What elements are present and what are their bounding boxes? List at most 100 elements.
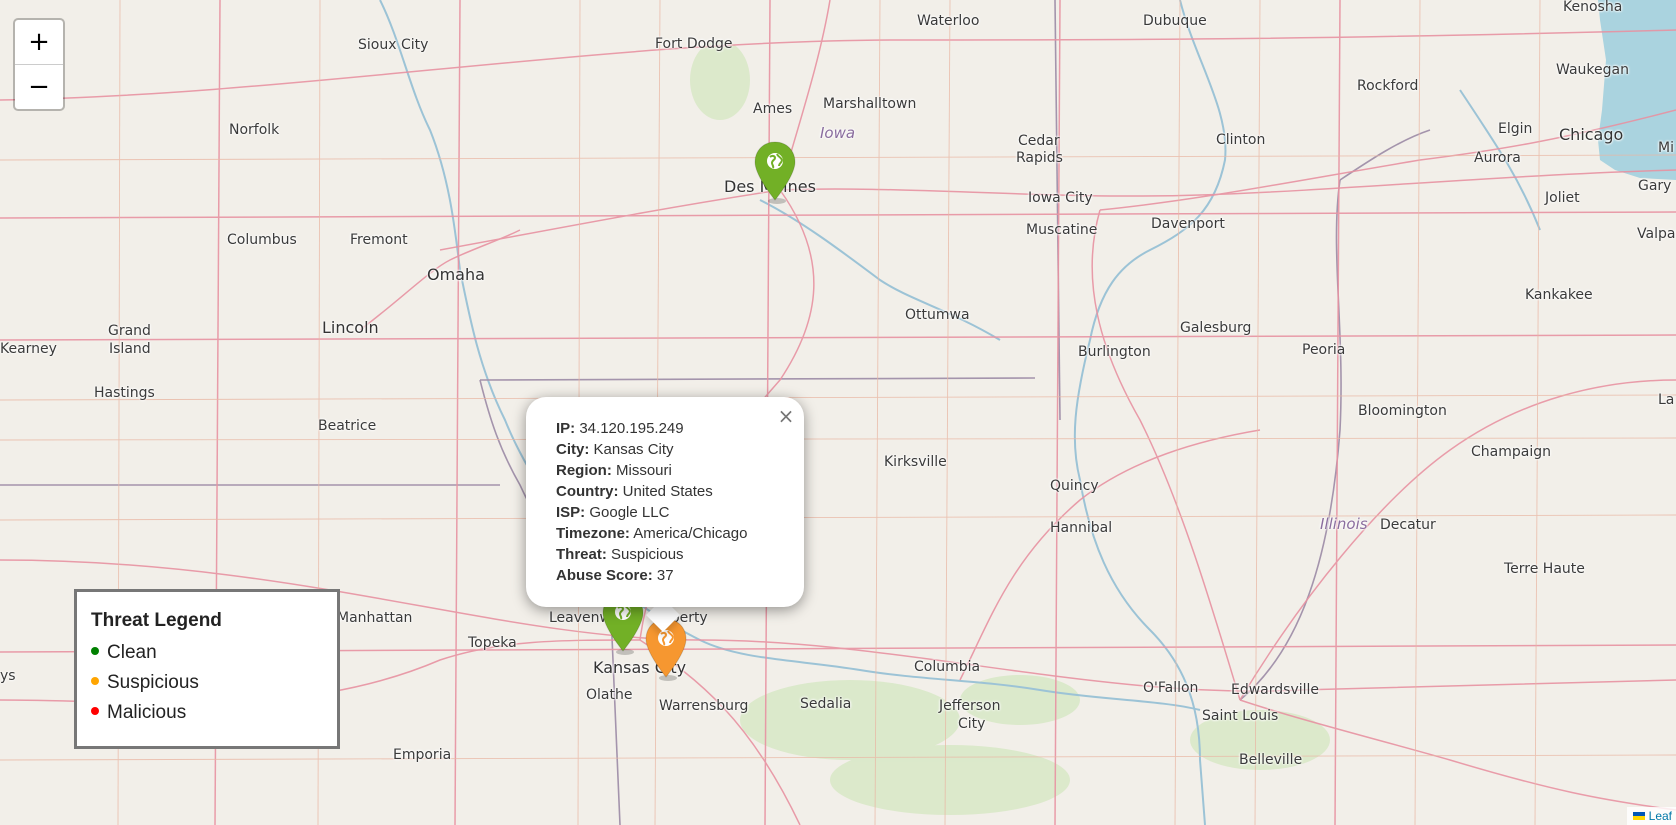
legend-item-label: Suspicious xyxy=(107,672,199,693)
popup-row: IP: 34.120.195.249 xyxy=(556,418,747,439)
place-label: Columbia xyxy=(914,659,981,675)
globe-icon xyxy=(658,630,675,646)
legend-dot-icon xyxy=(91,676,99,685)
place-label: Elgin xyxy=(1498,121,1533,137)
place-label: Hastings xyxy=(94,385,155,401)
place-label: Grand xyxy=(108,323,151,339)
place-label: Rapids xyxy=(1016,150,1063,166)
popup-row-value: Missouri xyxy=(611,462,672,479)
place-label: Chicago xyxy=(1559,125,1624,144)
place-label: Terre Haute xyxy=(1504,561,1585,577)
popup-row: Threat: Suspicious xyxy=(556,544,747,565)
legend-title: Threat Legend xyxy=(91,610,222,631)
popup-row-key: Abuse Score: xyxy=(556,567,653,584)
place-label: Edwardsville xyxy=(1231,682,1320,698)
place-label: Ames xyxy=(753,101,793,117)
popup-content: IP: 34.120.195.249 City: Kansas City Regio… xyxy=(556,418,747,586)
popup-row: Region: Missouri xyxy=(556,460,747,481)
place-label: Topeka xyxy=(468,635,517,651)
place-label: Aurora xyxy=(1474,150,1521,166)
popup-row-key: Timezone: xyxy=(556,525,630,542)
popup-row-key: ISP: xyxy=(556,504,586,521)
place-label: Iowa xyxy=(820,124,856,142)
threat-legend: Threat Legend Clean Suspicious Malicious xyxy=(74,589,340,749)
place-label: Dubuque xyxy=(1143,13,1207,29)
place-label: Emporia xyxy=(393,747,452,763)
place-label: Davenport xyxy=(1151,216,1225,232)
place-label: Quincy xyxy=(1050,478,1099,494)
place-label: Saint Louis xyxy=(1202,708,1279,724)
place-label: Sioux City xyxy=(358,37,429,53)
map-marker-clean[interactable] xyxy=(753,140,797,204)
popup-row-value: 37 xyxy=(652,567,674,584)
place-label: Mi xyxy=(1658,140,1674,156)
place-label: Ottumwa xyxy=(905,307,970,323)
place-label: Lincoln xyxy=(322,318,379,337)
place-label: Cedar xyxy=(1018,133,1060,149)
popup-row-value: 34.120.195.249 xyxy=(575,420,684,437)
place-label: Rockford xyxy=(1357,78,1419,94)
popup-row-key: Country: xyxy=(556,483,619,500)
legend-item-clean: Clean xyxy=(91,638,323,668)
map-attribution[interactable]: Leaf xyxy=(1626,807,1676,825)
place-label: Clinton xyxy=(1216,132,1266,148)
place-label: Bloomington xyxy=(1358,403,1447,419)
place-label: Muscatine xyxy=(1026,222,1098,238)
place-label: Hannibal xyxy=(1050,520,1113,536)
place-label: Joliet xyxy=(1545,190,1580,206)
place-label: Fremont xyxy=(350,232,408,248)
place-label: Omaha xyxy=(427,265,485,284)
place-label: Manhattan xyxy=(337,610,413,626)
zoom-in-button[interactable]: + xyxy=(15,20,63,65)
popup-close-button[interactable]: × xyxy=(776,404,796,428)
place-label: Gary xyxy=(1638,178,1672,194)
zoom-out-button[interactable]: − xyxy=(15,65,63,109)
legend-item-malicious: Malicious xyxy=(91,698,323,728)
place-label: ys xyxy=(0,668,16,684)
popup-row-value: Google LLC xyxy=(585,504,670,521)
place-label: O'Fallon xyxy=(1143,680,1199,696)
popup-row-value: Suspicious xyxy=(606,546,684,563)
popup-row-key: City: xyxy=(556,441,590,458)
place-label: City xyxy=(958,716,986,732)
place-label: Galesburg xyxy=(1180,320,1252,336)
place-label: Illinois xyxy=(1320,515,1368,533)
place-label: Waterloo xyxy=(917,13,980,29)
legend-dot-icon xyxy=(91,646,99,655)
place-label: Jefferson xyxy=(939,698,1001,714)
place-label: Burlington xyxy=(1078,344,1151,360)
popup-row-key: IP: xyxy=(556,420,576,437)
popup-row-key: Region: xyxy=(556,462,612,479)
zoom-control: + − xyxy=(13,18,65,111)
popup-row: City: Kansas City xyxy=(556,439,747,460)
place-label: Kirksville xyxy=(884,454,947,470)
popup-row-key: Threat: xyxy=(556,546,607,563)
place-label: Beatrice xyxy=(318,418,377,434)
legend-item-label: Clean xyxy=(107,642,157,663)
place-label: Olathe xyxy=(586,687,633,703)
popup-row-value: United States xyxy=(618,483,713,500)
legend-item-label: Malicious xyxy=(107,702,187,723)
place-label: Waukegan xyxy=(1556,62,1629,78)
place-label: Sedalia xyxy=(800,696,852,712)
place-label: Iowa City xyxy=(1028,190,1093,206)
ukraine-flag-icon xyxy=(1632,812,1645,820)
place-label: Champaign xyxy=(1471,444,1551,460)
popup-row-value: America/Chicago xyxy=(629,525,748,542)
place-label: Valpar xyxy=(1637,226,1676,242)
place-label: Decatur xyxy=(1380,517,1436,533)
attribution-link[interactable]: Leaf xyxy=(1649,809,1672,823)
place-label: Marshalltown xyxy=(823,96,917,112)
popup-row: Abuse Score: 37 xyxy=(556,565,747,586)
place-label: Kankakee xyxy=(1525,287,1593,303)
place-label: Norfolk xyxy=(229,122,280,138)
place-label: La xyxy=(1658,392,1675,408)
globe-icon xyxy=(767,153,784,169)
popup-row-value: Kansas City xyxy=(589,441,674,458)
place-label: Kenosha xyxy=(1563,0,1623,15)
place-label: Belleville xyxy=(1239,752,1303,768)
place-label: Warrensburg xyxy=(659,698,749,714)
place-label: Island xyxy=(109,341,151,357)
popup-row: ISP: Google LLC xyxy=(556,502,747,523)
popup-row: Country: United States xyxy=(556,481,747,502)
